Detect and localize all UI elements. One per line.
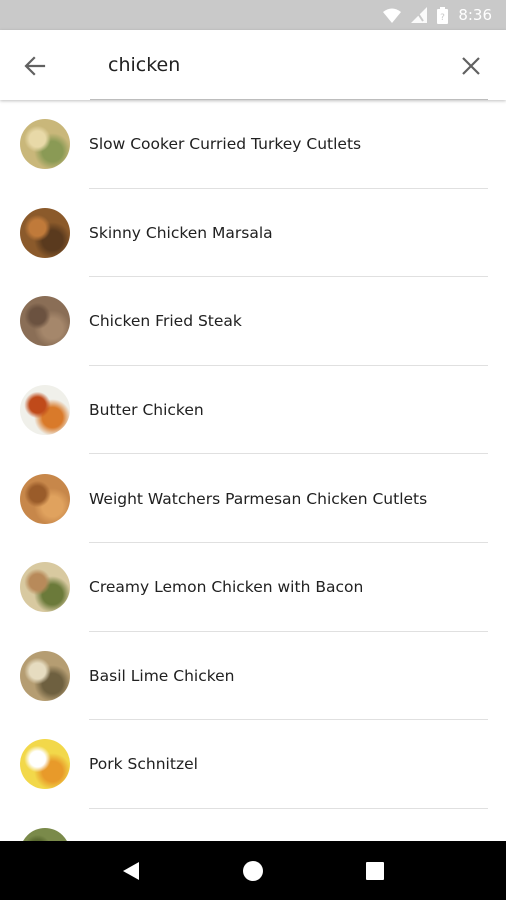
recipe-title: Chicken Fried Steak (89, 312, 242, 331)
list-item[interactable]: Basil Lime Chicken (0, 632, 506, 721)
recipe-title: Creamy Lemon Chicken with Bacon (89, 578, 364, 597)
list-item[interactable]: Slow Cooker Curried Turkey Cutlets (0, 100, 506, 189)
list-item[interactable]: Pork Schnitzel (0, 720, 506, 809)
list-item[interactable]: Skinny Chicken Marsala (0, 189, 506, 278)
list-item[interactable]: Creamy Lemon Chicken with Bacon (0, 543, 506, 632)
nav-back-button[interactable] (111, 851, 151, 891)
recipe-title: Weight Watchers Parmesan Chicken Cutlets (89, 489, 428, 508)
recipe-title: Skinny Chicken Marsala (89, 223, 273, 242)
signal-icon (411, 7, 428, 23)
recipe-thumbnail (20, 828, 70, 841)
recipe-title: Basil Lime Chicken (89, 666, 235, 685)
recipe-thumbnail (20, 296, 70, 347)
navigation-bar (0, 841, 506, 900)
recipe-thumbnail (20, 562, 70, 613)
recipe-thumbnail (20, 739, 70, 790)
wifi-icon (383, 8, 402, 23)
results-list: Slow Cooker Curried Turkey Cutlets Skinny… (0, 100, 506, 841)
nav-recents-button[interactable] (355, 851, 395, 891)
nav-home-button[interactable] (233, 851, 273, 891)
recipe-thumbnail (20, 119, 70, 170)
list-item[interactable]: Weight Watchers Parmesan Chicken Cutlets (0, 454, 506, 543)
svg-text:?: ? (440, 13, 445, 23)
recipe-title: Butter Chicken (89, 401, 204, 420)
battery-icon: ? (437, 6, 449, 24)
arrow-back-icon (24, 56, 46, 76)
nav-home-icon (243, 860, 263, 881)
search-input[interactable] (108, 50, 438, 80)
recipe-title: Pork Schnitzel (89, 755, 198, 774)
nav-back-icon (123, 861, 139, 880)
recipe-thumbnail (20, 207, 70, 258)
list-item[interactable]: Chicken Fried Steak (0, 277, 506, 366)
status-bar: ? 8:36 (0, 0, 506, 30)
clear-search-button[interactable] (456, 51, 486, 81)
search-toolbar (0, 30, 506, 100)
back-button[interactable] (20, 51, 50, 81)
nav-recents-icon (366, 861, 384, 880)
close-icon (462, 57, 480, 75)
recipe-title: Slow Cooker Curried Turkey Cutlets (89, 135, 362, 154)
status-time: 8:36 (458, 6, 492, 24)
recipe-thumbnail (20, 473, 70, 524)
recipe-thumbnail (20, 650, 70, 701)
list-item[interactable]: Butter Chicken (0, 366, 506, 455)
recipe-thumbnail (20, 385, 70, 436)
list-item[interactable] (0, 809, 506, 841)
